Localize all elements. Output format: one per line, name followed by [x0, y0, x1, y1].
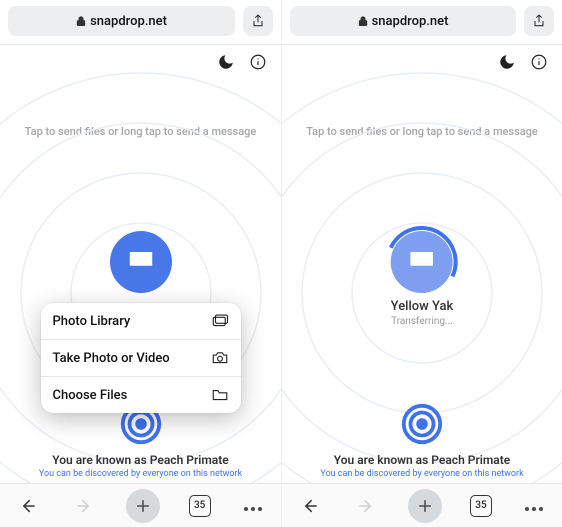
theme-toggle-icon[interactable]: [498, 53, 516, 71]
lock-icon: [358, 15, 368, 27]
arrow-right-icon: [74, 496, 94, 516]
sheet-photo-library[interactable]: Photo Library: [41, 303, 241, 339]
arrow-left-icon: [300, 496, 320, 516]
back-button[interactable]: [14, 492, 42, 520]
file-picker-sheet: Photo Library Take Photo or Video Choose…: [41, 303, 241, 413]
tabs-button[interactable]: 35: [470, 495, 492, 517]
peer-avatar: [110, 231, 172, 293]
tabs-button[interactable]: 35: [189, 495, 211, 517]
back-button[interactable]: [296, 492, 324, 520]
tab-count: 35: [475, 500, 486, 511]
peer-device[interactable]: [110, 231, 172, 299]
page-actions: [0, 45, 281, 71]
address-bar: snapdrop.net: [0, 0, 281, 40]
sheet-label: Choose Files: [53, 388, 128, 403]
arrow-right-icon: [356, 496, 376, 516]
desktop-icon: [126, 247, 156, 277]
sheet-label: Take Photo or Video: [53, 351, 170, 366]
peer-device[interactable]: Yellow Yak Transferring...: [391, 231, 454, 327]
url-text: snapdrop.net: [90, 14, 167, 29]
desktop-icon: [407, 247, 437, 277]
info-icon[interactable]: [249, 53, 267, 71]
self-logo: [399, 401, 445, 447]
menu-button[interactable]: [239, 492, 267, 520]
peer-status: Transferring...: [391, 316, 454, 327]
more-icon: [524, 496, 545, 515]
camera-icon: [211, 350, 229, 366]
url-field[interactable]: snapdrop.net: [8, 6, 235, 36]
share-icon: [531, 13, 547, 29]
arrow-left-icon: [18, 496, 38, 516]
forward-button[interactable]: [70, 492, 98, 520]
url-field[interactable]: snapdrop.net: [290, 6, 516, 36]
peer-name: Yellow Yak: [391, 299, 454, 314]
photo-stack-icon: [211, 313, 229, 329]
stage: Tap to send files or long tap to send a …: [282, 71, 562, 483]
self-name: You are known as Peach Primate: [282, 453, 562, 467]
browser-toolbar: 35: [282, 483, 562, 527]
lock-icon: [76, 15, 86, 27]
address-bar: snapdrop.net: [282, 0, 562, 40]
more-icon: [242, 496, 263, 515]
share-button[interactable]: [243, 6, 273, 36]
browser-toolbar: 35: [0, 483, 281, 527]
plus-icon: [415, 496, 435, 516]
stage: Tap to send files or long tap to send a …: [0, 71, 281, 483]
plus-icon: [133, 496, 153, 516]
menu-button[interactable]: [520, 492, 548, 520]
hint-text: Tap to send files or long tap to send a …: [282, 125, 562, 138]
sheet-label: Photo Library: [53, 314, 131, 329]
sheet-choose-files[interactable]: Choose Files: [41, 376, 241, 413]
new-tab-button[interactable]: [126, 489, 160, 523]
peer-avatar: [391, 231, 453, 293]
folder-icon: [211, 387, 229, 403]
share-icon: [250, 13, 266, 29]
info-icon[interactable]: [530, 53, 548, 71]
tab-count: 35: [194, 500, 205, 511]
self-discovery-text: You can be discovered by everyone on thi…: [0, 469, 281, 479]
page-actions: [282, 45, 562, 71]
url-text: snapdrop.net: [372, 14, 449, 29]
hint-text: Tap to send files or long tap to send a …: [0, 125, 281, 138]
screen-left: snapdrop.net Tap to send files or long t…: [0, 0, 281, 527]
theme-toggle-icon[interactable]: [217, 53, 235, 71]
share-button[interactable]: [524, 6, 554, 36]
self-name: You are known as Peach Primate: [0, 453, 281, 467]
self-discovery-text: You can be discovered by everyone on thi…: [282, 469, 562, 479]
sheet-take-photo[interactable]: Take Photo or Video: [41, 339, 241, 376]
new-tab-button[interactable]: [408, 489, 442, 523]
broadcast-icon: [399, 401, 445, 447]
forward-button[interactable]: [352, 492, 380, 520]
self-indicator: You are known as Peach Primate You can b…: [282, 401, 562, 479]
screen-right: snapdrop.net Tap to send files or long t…: [281, 0, 562, 527]
